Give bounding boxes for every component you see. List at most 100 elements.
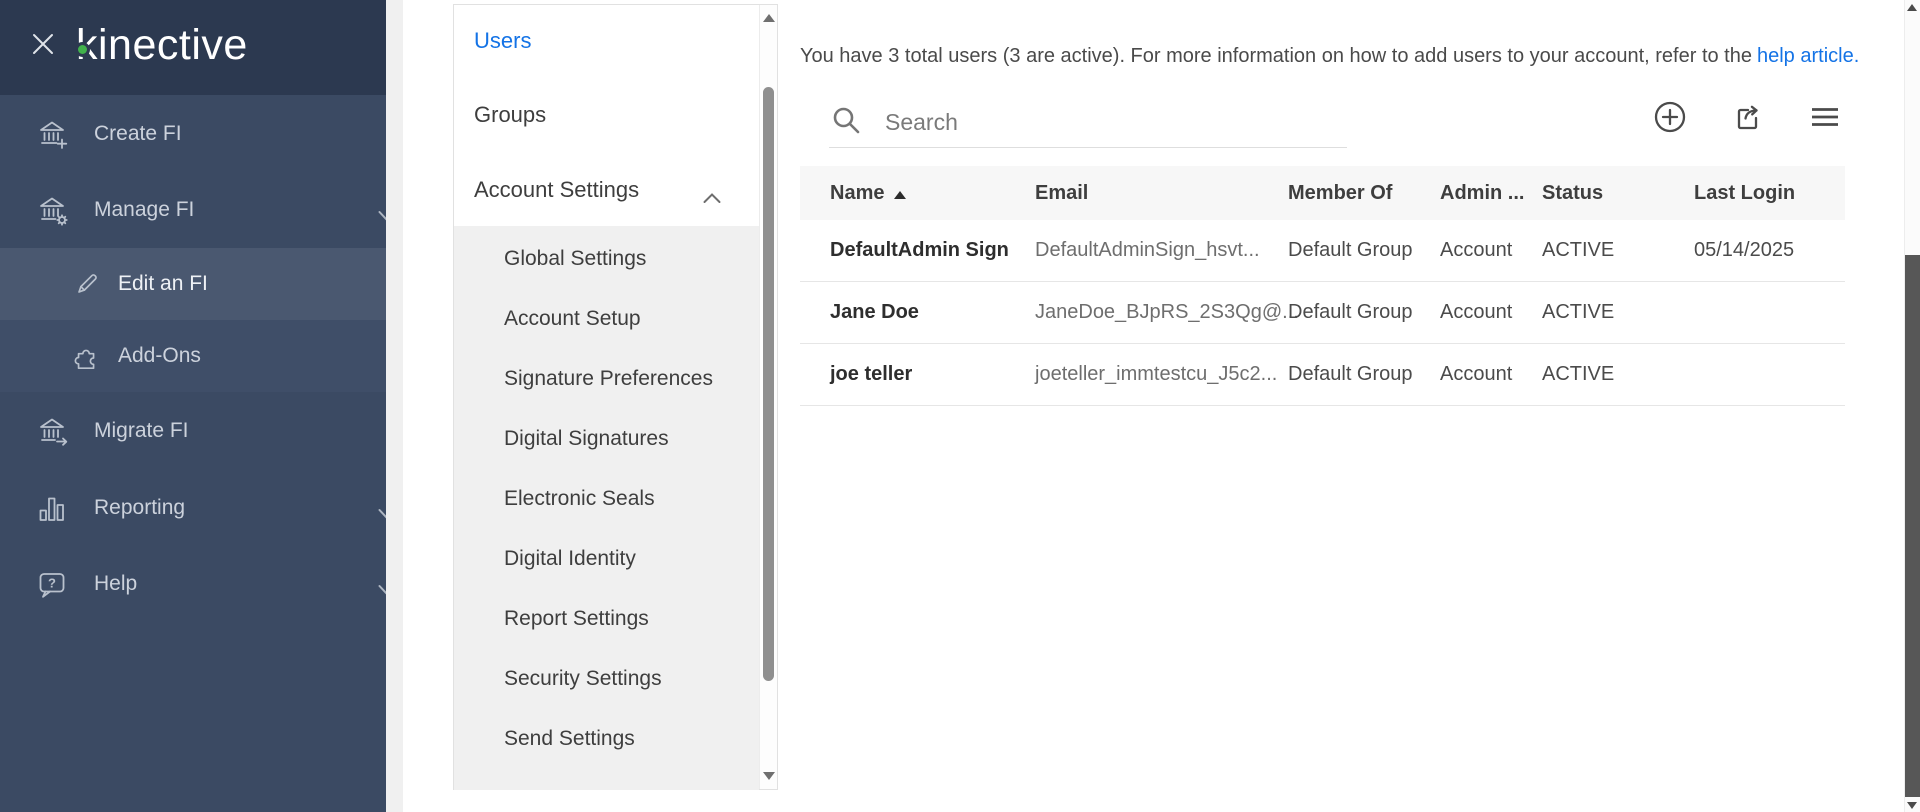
users-table: Name Email Member Of Admin ... Status La…: [800, 166, 1845, 406]
cell-name: joe teller: [830, 344, 912, 405]
secondary-nav-panel: Users Groups Account Settings Global Set…: [403, 0, 778, 812]
column-header-status[interactable]: Status: [1542, 166, 1603, 220]
scroll-down-arrow-icon[interactable]: [1907, 802, 1917, 809]
cell-email: JaneDoe_BJpRS_2S3Qg@...: [1035, 282, 1299, 343]
share-export-icon: [1730, 99, 1766, 138]
panel-scrollbar-thumb[interactable]: [763, 87, 774, 681]
logo-green-dot: [78, 45, 87, 54]
app-root: kinective Create FI: [0, 0, 1920, 812]
column-header-member-of[interactable]: Member Of: [1288, 166, 1392, 220]
cell-admin: Account: [1440, 282, 1512, 343]
sidebar-item-reporting[interactable]: Reporting: [0, 470, 422, 546]
cell-email: DefaultAdminSign_hsvt...: [1035, 220, 1260, 281]
sidebar-item-label: Create FI: [94, 122, 182, 146]
submenu-item-label: Digital Signatures: [504, 427, 669, 451]
sidebar-item-label: Migrate FI: [94, 419, 189, 443]
submenu-item-electronic-seals[interactable]: Electronic Seals: [454, 469, 759, 529]
submenu-notch: [702, 207, 742, 225]
cell-last-login: 05/14/2025: [1694, 220, 1794, 281]
scroll-down-arrow-icon[interactable]: [763, 772, 775, 780]
bank-plus-icon: [36, 118, 68, 150]
sidebar-item-label: Help: [94, 572, 137, 596]
puzzle-icon: [72, 341, 102, 371]
column-header-last-login[interactable]: Last Login: [1694, 166, 1795, 220]
submenu-item-label: Electronic Seals: [504, 487, 655, 511]
logo-text: kinective: [76, 21, 248, 69]
table-row[interactable]: DefaultAdmin Sign DefaultAdminSign_hsvt.…: [800, 220, 1845, 282]
chevron-up-icon: [703, 184, 721, 210]
sidebar-header: kinective: [0, 0, 386, 95]
page-scrollbar[interactable]: [1904, 0, 1920, 812]
submenu-item-label: Digital Identity: [504, 547, 636, 571]
sidebar-item-label: Edit an FI: [118, 272, 208, 296]
submenu-item-report-settings[interactable]: Report Settings: [454, 589, 759, 649]
cell-status: ACTIVE: [1542, 282, 1614, 343]
help-bubble-icon: ?: [36, 568, 68, 600]
bank-gear-icon: [36, 194, 68, 226]
account-settings-submenu: Global Settings Account Setup Signature …: [454, 226, 759, 790]
cell-email: joeteller_immtestcu_J5c2...: [1035, 344, 1277, 405]
close-icon[interactable]: [28, 30, 58, 60]
scroll-up-arrow-icon[interactable]: [1907, 4, 1917, 11]
submenu-item-label: Signature Preferences: [504, 367, 713, 391]
cell-member-of: Default Group: [1288, 220, 1413, 281]
column-header-email[interactable]: Email: [1035, 166, 1088, 220]
scroll-up-arrow-icon[interactable]: [763, 14, 775, 22]
sidebar-item-help[interactable]: ? Help: [0, 546, 422, 622]
help-article-link[interactable]: help article.: [1757, 45, 1859, 67]
sidebar-item-manage-fi[interactable]: Manage FI: [0, 172, 422, 248]
bank-arrow-icon: [36, 415, 68, 447]
submenu-item-send-settings[interactable]: Send Settings: [454, 709, 759, 769]
bar-chart-icon: [36, 492, 68, 524]
sidebar-item-migrate-fi[interactable]: Migrate FI: [0, 392, 422, 470]
submenu-item-label: Report Settings: [504, 607, 649, 631]
panel-scrollbar[interactable]: [759, 5, 777, 789]
submenu-item-signature-preferences[interactable]: Signature Preferences: [454, 349, 759, 409]
pencil-icon: [72, 269, 102, 299]
page-scrollbar-thumb[interactable]: [1905, 255, 1920, 797]
submenu-item-global-settings[interactable]: Global Settings: [454, 229, 759, 289]
sidebar: kinective Create FI: [0, 0, 386, 812]
export-button[interactable]: [1724, 94, 1772, 142]
cell-status: ACTIVE: [1542, 344, 1614, 405]
table-row[interactable]: Jane Doe JaneDoe_BJpRS_2S3Qg@... Default…: [800, 282, 1845, 344]
sort-ascending-icon: [894, 191, 906, 199]
cell-status: ACTIVE: [1542, 220, 1614, 281]
summary-text: You have 3 total users (3 are active). F…: [800, 45, 1752, 67]
menu-item-label: Groups: [474, 102, 546, 128]
cell-name: Jane Doe: [830, 282, 919, 343]
cell-admin: Account: [1440, 344, 1512, 405]
menu-item-label: Users: [474, 28, 531, 54]
column-header-admin[interactable]: Admin ...: [1440, 166, 1524, 220]
submenu-item-label: Account Setup: [504, 307, 641, 331]
table-row[interactable]: joe teller joeteller_immtestcu_J5c2... D…: [800, 344, 1845, 406]
menu-item-groups[interactable]: Groups: [454, 76, 759, 154]
cell-member-of: Default Group: [1288, 282, 1413, 343]
svg-text:?: ?: [48, 576, 56, 591]
cell-name: DefaultAdmin Sign: [830, 220, 1009, 281]
sidebar-item-label: Add-Ons: [118, 344, 201, 368]
submenu-item-account-setup[interactable]: Account Setup: [454, 289, 759, 349]
add-user-button[interactable]: [1646, 94, 1694, 142]
menu-item-users[interactable]: Users: [454, 5, 759, 77]
sidebar-item-label: Reporting: [94, 496, 185, 520]
table-header-row: Name Email Member Of Admin ... Status La…: [800, 166, 1845, 220]
search-input[interactable]: [829, 98, 1347, 148]
sidebar-gutter: [386, 0, 403, 812]
cell-member-of: Default Group: [1288, 344, 1413, 405]
submenu-item-label: Global Settings: [504, 247, 646, 271]
submenu-item-digital-identity[interactable]: Digital Identity: [454, 529, 759, 589]
hamburger-menu-icon: [1807, 99, 1843, 138]
sidebar-item-create-fi[interactable]: Create FI: [0, 96, 422, 172]
sidebar-item-label: Manage FI: [94, 198, 194, 222]
submenu-item-security-settings[interactable]: Security Settings: [454, 649, 759, 709]
submenu-item-digital-signatures[interactable]: Digital Signatures: [454, 409, 759, 469]
menu-item-label: Account Settings: [474, 177, 639, 203]
add-plus-circle-icon: [1652, 99, 1688, 138]
cell-admin: Account: [1440, 220, 1512, 281]
submenu-item-label: Send Settings: [504, 727, 635, 751]
main-content: You have 3 total users (3 are active). F…: [778, 0, 1904, 812]
kinective-logo: kinective: [76, 21, 248, 70]
column-header-name[interactable]: Name: [830, 166, 906, 220]
menu-button[interactable]: [1801, 94, 1849, 142]
